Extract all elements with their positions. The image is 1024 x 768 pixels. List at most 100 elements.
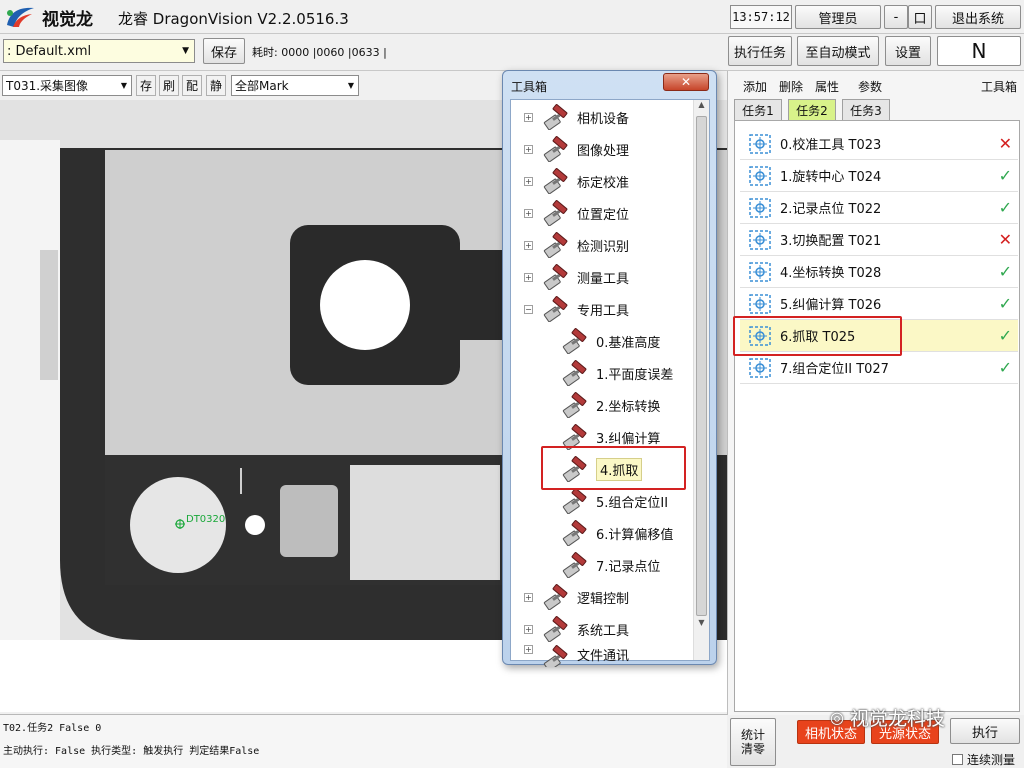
check-icon: ✓ [998, 198, 1012, 217]
marker-label: DT0320 [186, 514, 226, 525]
toolbox-scrollbar[interactable]: ▲ ▼ [693, 100, 709, 660]
tool-icon [543, 616, 571, 643]
tree-item-label: 文件通讯 [577, 649, 630, 664]
continuous-measure-checkbox[interactable]: 连续测量 [952, 751, 1015, 768]
tool-icon [562, 488, 590, 515]
run-task-button[interactable]: 执行任务 [728, 36, 792, 66]
menu-props[interactable]: 属性 [815, 78, 839, 95]
check-icon: ✓ [998, 294, 1012, 313]
expand-icon[interactable]: + [524, 208, 533, 218]
tree-item-label: 标定校准 [577, 175, 630, 191]
tree-item-label: 5.组合定位II [596, 495, 669, 511]
toolbox-tool-item[interactable]: 2.坐标转换 [562, 389, 660, 421]
still-button[interactable]: 静 [206, 75, 226, 96]
tool-highlight-box [541, 446, 686, 490]
toolbox-category[interactable]: + 相机设备 [524, 101, 629, 133]
expand-icon[interactable]: + [524, 624, 533, 634]
toolbox-category[interactable]: + 检测识别 [524, 229, 629, 261]
tree-item-label: 1.平面度误差 [596, 367, 674, 383]
status-line-2: 主动执行: False 执行类型: 触发执行 判定结果False [3, 746, 260, 757]
mode-indicator: N [937, 36, 1021, 66]
collapse-icon[interactable]: − [524, 304, 533, 314]
refresh-image-button[interactable]: 刷 [159, 75, 179, 96]
toolbox-category[interactable]: + 位置定位 [524, 197, 629, 229]
expand-icon[interactable]: + [524, 176, 533, 186]
toolbox-category[interactable]: + 逻辑控制 [524, 581, 629, 613]
toolbox-category[interactable]: + 测量工具 [524, 261, 629, 293]
close-icon: ✕ [680, 75, 692, 89]
watermark-text: 视觉龙科技 [849, 708, 945, 730]
mark-select[interactable]: 全部Mark ▼ [231, 75, 359, 96]
scroll-down-icon: ▼ [698, 618, 705, 627]
expand-icon[interactable]: + [524, 240, 533, 250]
task-row[interactable]: 7.组合定位II T027 ✓ [740, 352, 1018, 384]
maximize-button[interactable]: 口 [908, 5, 932, 29]
user-button[interactable]: 管理员 [795, 5, 881, 29]
tree-item-label: 位置定位 [577, 207, 630, 223]
expand-icon[interactable]: + [524, 592, 533, 602]
match-button[interactable]: 配 [182, 75, 202, 96]
expand-icon[interactable]: + [524, 272, 533, 282]
exit-button[interactable]: 退出系统 [935, 5, 1021, 29]
task-row[interactable]: 3.切换配置 T021 ✕ [740, 224, 1018, 256]
menu-toolbox[interactable]: 工具箱 [981, 78, 1017, 95]
toolbox-category[interactable]: − 专用工具 [524, 293, 629, 325]
task-icon [748, 293, 772, 315]
tab-task3[interactable]: 任务3 [842, 99, 890, 120]
status-log: T02.任务2 False 0 主动执行: False 执行类型: 触发执行 判… [0, 714, 727, 768]
config-file-select[interactable]: : Default.xml ▼ [3, 39, 195, 63]
tree-item-label: 7.记录点位 [596, 559, 661, 575]
tab-task1[interactable]: 任务1 [734, 99, 782, 120]
task-label: 3.切换配置 T021 [780, 234, 882, 249]
task-label: 4.坐标转换 T028 [780, 266, 882, 281]
toolbox-tool-item[interactable]: 1.平面度误差 [562, 357, 673, 389]
toolbox-category[interactable]: + 系统工具 [524, 613, 629, 645]
task-row[interactable]: 0.校准工具 T023 ✕ [740, 128, 1018, 160]
task-icon [748, 197, 772, 219]
tool-icon [562, 520, 590, 547]
chevron-down-icon: ▼ [347, 81, 354, 90]
expand-icon[interactable]: + [524, 645, 533, 654]
checkbox-box [952, 754, 963, 765]
toolbox-tool-item[interactable]: 0.基准高度 [562, 325, 660, 357]
task-label: 7.组合定位II T027 [780, 362, 889, 377]
tab-task2[interactable]: 任务2 [788, 99, 836, 120]
menu-params[interactable]: 参数 [858, 78, 882, 95]
settings-button[interactable]: 设置 [885, 36, 931, 66]
toolbox-category[interactable]: + 标定校准 [524, 165, 629, 197]
expand-icon[interactable]: + [524, 144, 533, 154]
tree-item-label: 系统工具 [577, 623, 630, 639]
menu-add[interactable]: 添加 [743, 78, 767, 95]
toolbox-tool-item[interactable]: 6.计算偏移值 [562, 517, 673, 549]
scroll-thumb[interactable] [696, 116, 707, 616]
stats-clear-button[interactable]: 统计 清零 [730, 718, 776, 766]
auto-mode-button[interactable]: 至自动模式 [797, 36, 879, 66]
app-title: 龙睿 DragonVision V2.2.0516.3 [118, 10, 349, 28]
chevron-down-icon: ▼ [182, 46, 189, 56]
toolbox-category[interactable]: + 图像处理 [524, 133, 629, 165]
toolbox-close-button[interactable]: ✕ [663, 73, 709, 91]
mark-select-value: 全部Mark [235, 79, 289, 93]
execute-button[interactable]: 执行 [950, 718, 1020, 744]
tree-item-label: 3.纠偏计算 [596, 431, 661, 447]
tool-icon [543, 168, 571, 195]
tool-icon [562, 360, 590, 387]
expand-icon[interactable]: + [524, 112, 533, 122]
task-row[interactable]: 2.记录点位 T022 ✓ [740, 192, 1018, 224]
minimize-button[interactable]: - [884, 5, 908, 29]
image-task-select[interactable]: T031.采集图像 ▼ [2, 75, 132, 96]
task-row[interactable]: 1.旋转中心 T024 ✓ [740, 160, 1018, 192]
fail-icon: ✕ [998, 230, 1012, 249]
save-button[interactable]: 保存 [203, 38, 245, 64]
task-icon [748, 357, 772, 379]
task-icon [748, 261, 772, 283]
store-image-button[interactable]: 存 [136, 75, 156, 96]
task-row[interactable]: 4.坐标转换 T028 ✓ [740, 256, 1018, 288]
toolbox-category[interactable]: + 文件通讯 [524, 645, 629, 667]
task-icon [748, 133, 772, 155]
tool-icon [543, 232, 571, 259]
menu-delete[interactable]: 删除 [779, 78, 803, 95]
task-label: 1.旋转中心 T024 [780, 170, 882, 185]
toolbox-tool-item[interactable]: 7.记录点位 [562, 549, 660, 581]
tool-icon [543, 645, 571, 667]
